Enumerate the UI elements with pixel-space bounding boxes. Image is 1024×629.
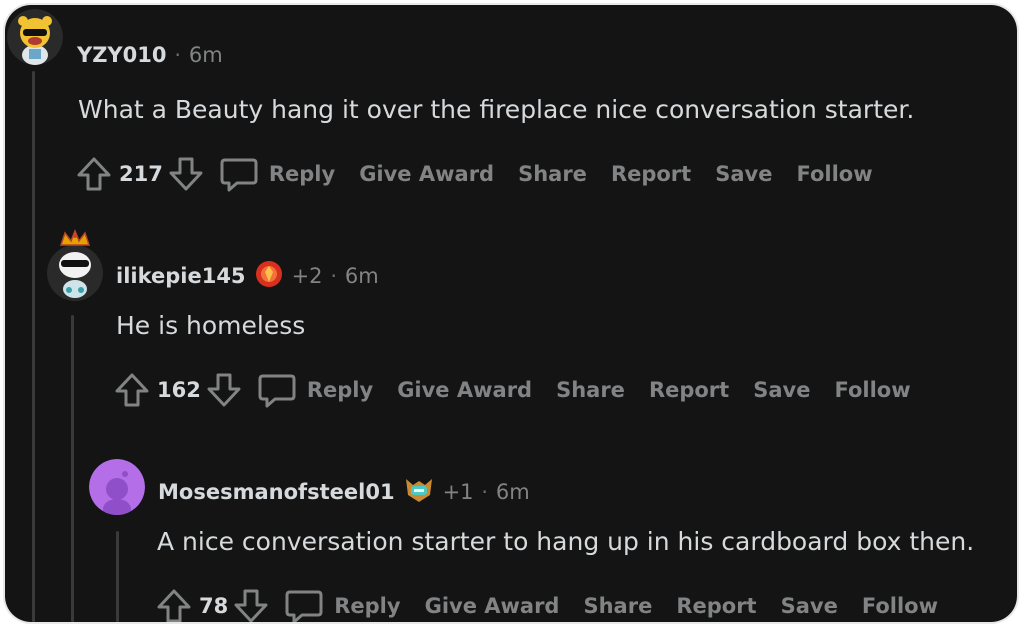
upvote-icon[interactable] [155, 587, 193, 622]
share-button[interactable]: Share [518, 162, 587, 186]
default-snoo-avatar-icon [89, 459, 145, 515]
give-award-button[interactable]: Give Award [425, 594, 560, 618]
reply-bubble-icon[interactable] [284, 587, 324, 622]
report-button[interactable]: Report [611, 162, 691, 186]
timestamp[interactable]: 6m [189, 43, 223, 67]
save-button[interactable]: Save [753, 378, 810, 402]
report-button[interactable]: Report [676, 594, 756, 618]
vote-score: 78 [199, 594, 229, 618]
reply-button[interactable]: Reply [307, 378, 373, 402]
reply-bubble-icon[interactable] [219, 155, 259, 193]
username[interactable]: YZY010 [77, 43, 166, 67]
vote-score: 217 [119, 162, 163, 186]
follow-button[interactable]: Follow [834, 378, 910, 402]
thread-line[interactable] [71, 315, 74, 622]
award-count: +1 [442, 480, 474, 504]
give-award-button[interactable]: Give Award [359, 162, 494, 186]
separator-dot: · [174, 43, 181, 67]
downvote-icon[interactable] [167, 155, 205, 193]
comment-meta: Mosesmanofsteel01 +1 · 6m [158, 475, 530, 509]
screenshot-frame: YZY010 · 6m What a Beauty hang it over t… [0, 0, 1024, 629]
share-button[interactable]: Share [583, 594, 652, 618]
timestamp[interactable]: 6m [496, 480, 530, 504]
thread-line[interactable] [32, 71, 35, 622]
follow-button[interactable]: Follow [796, 162, 872, 186]
snoo-avatar-icon [47, 228, 103, 301]
separator-dot: · [330, 264, 337, 288]
comment-body: A nice conversation starter to hang up i… [157, 527, 975, 556]
comment-body: He is homeless [116, 311, 306, 340]
comment-actions: 217 Reply Give Award Share Report Save F… [75, 155, 873, 193]
save-button[interactable]: Save [715, 162, 772, 186]
follow-button[interactable]: Follow [862, 594, 938, 618]
downvote-icon[interactable] [232, 587, 270, 622]
timestamp[interactable]: 6m [345, 264, 379, 288]
upvote-icon[interactable] [75, 155, 113, 193]
save-button[interactable]: Save [781, 594, 838, 618]
silver-award-icon[interactable] [403, 475, 435, 509]
reply-button[interactable]: Reply [269, 162, 335, 186]
comment-meta: ilikepie145 +2 · 6m [116, 259, 379, 293]
upvote-icon[interactable] [113, 371, 151, 409]
username[interactable]: ilikepie145 [116, 264, 246, 288]
share-button[interactable]: Share [556, 378, 625, 402]
avatar[interactable] [47, 227, 103, 301]
give-award-button[interactable]: Give Award [397, 378, 532, 402]
separator-dot: · [481, 480, 488, 504]
comment-meta: YZY010 · 6m [77, 43, 223, 67]
award-count: +2 [291, 264, 323, 288]
avatar[interactable] [89, 459, 145, 515]
ruby-award-icon[interactable] [254, 259, 284, 293]
vote-score: 162 [157, 378, 201, 402]
comments-panel: YZY010 · 6m What a Beauty hang it over t… [5, 5, 1017, 622]
thread-line[interactable] [116, 531, 119, 622]
avatar[interactable] [7, 9, 63, 65]
comment-actions: 162 Reply Give Award Share Report Save F… [113, 371, 911, 409]
downvote-icon[interactable] [205, 371, 243, 409]
reply-button[interactable]: Reply [334, 594, 400, 618]
snoo-avatar-icon [7, 9, 63, 65]
report-button[interactable]: Report [649, 378, 729, 402]
comment-actions: 78 Reply Give Award Share Report Save Fo… [155, 587, 938, 622]
username[interactable]: Mosesmanofsteel01 [158, 480, 395, 504]
comment-body: What a Beauty hang it over the fireplace… [78, 95, 915, 124]
reply-bubble-icon[interactable] [257, 371, 297, 409]
